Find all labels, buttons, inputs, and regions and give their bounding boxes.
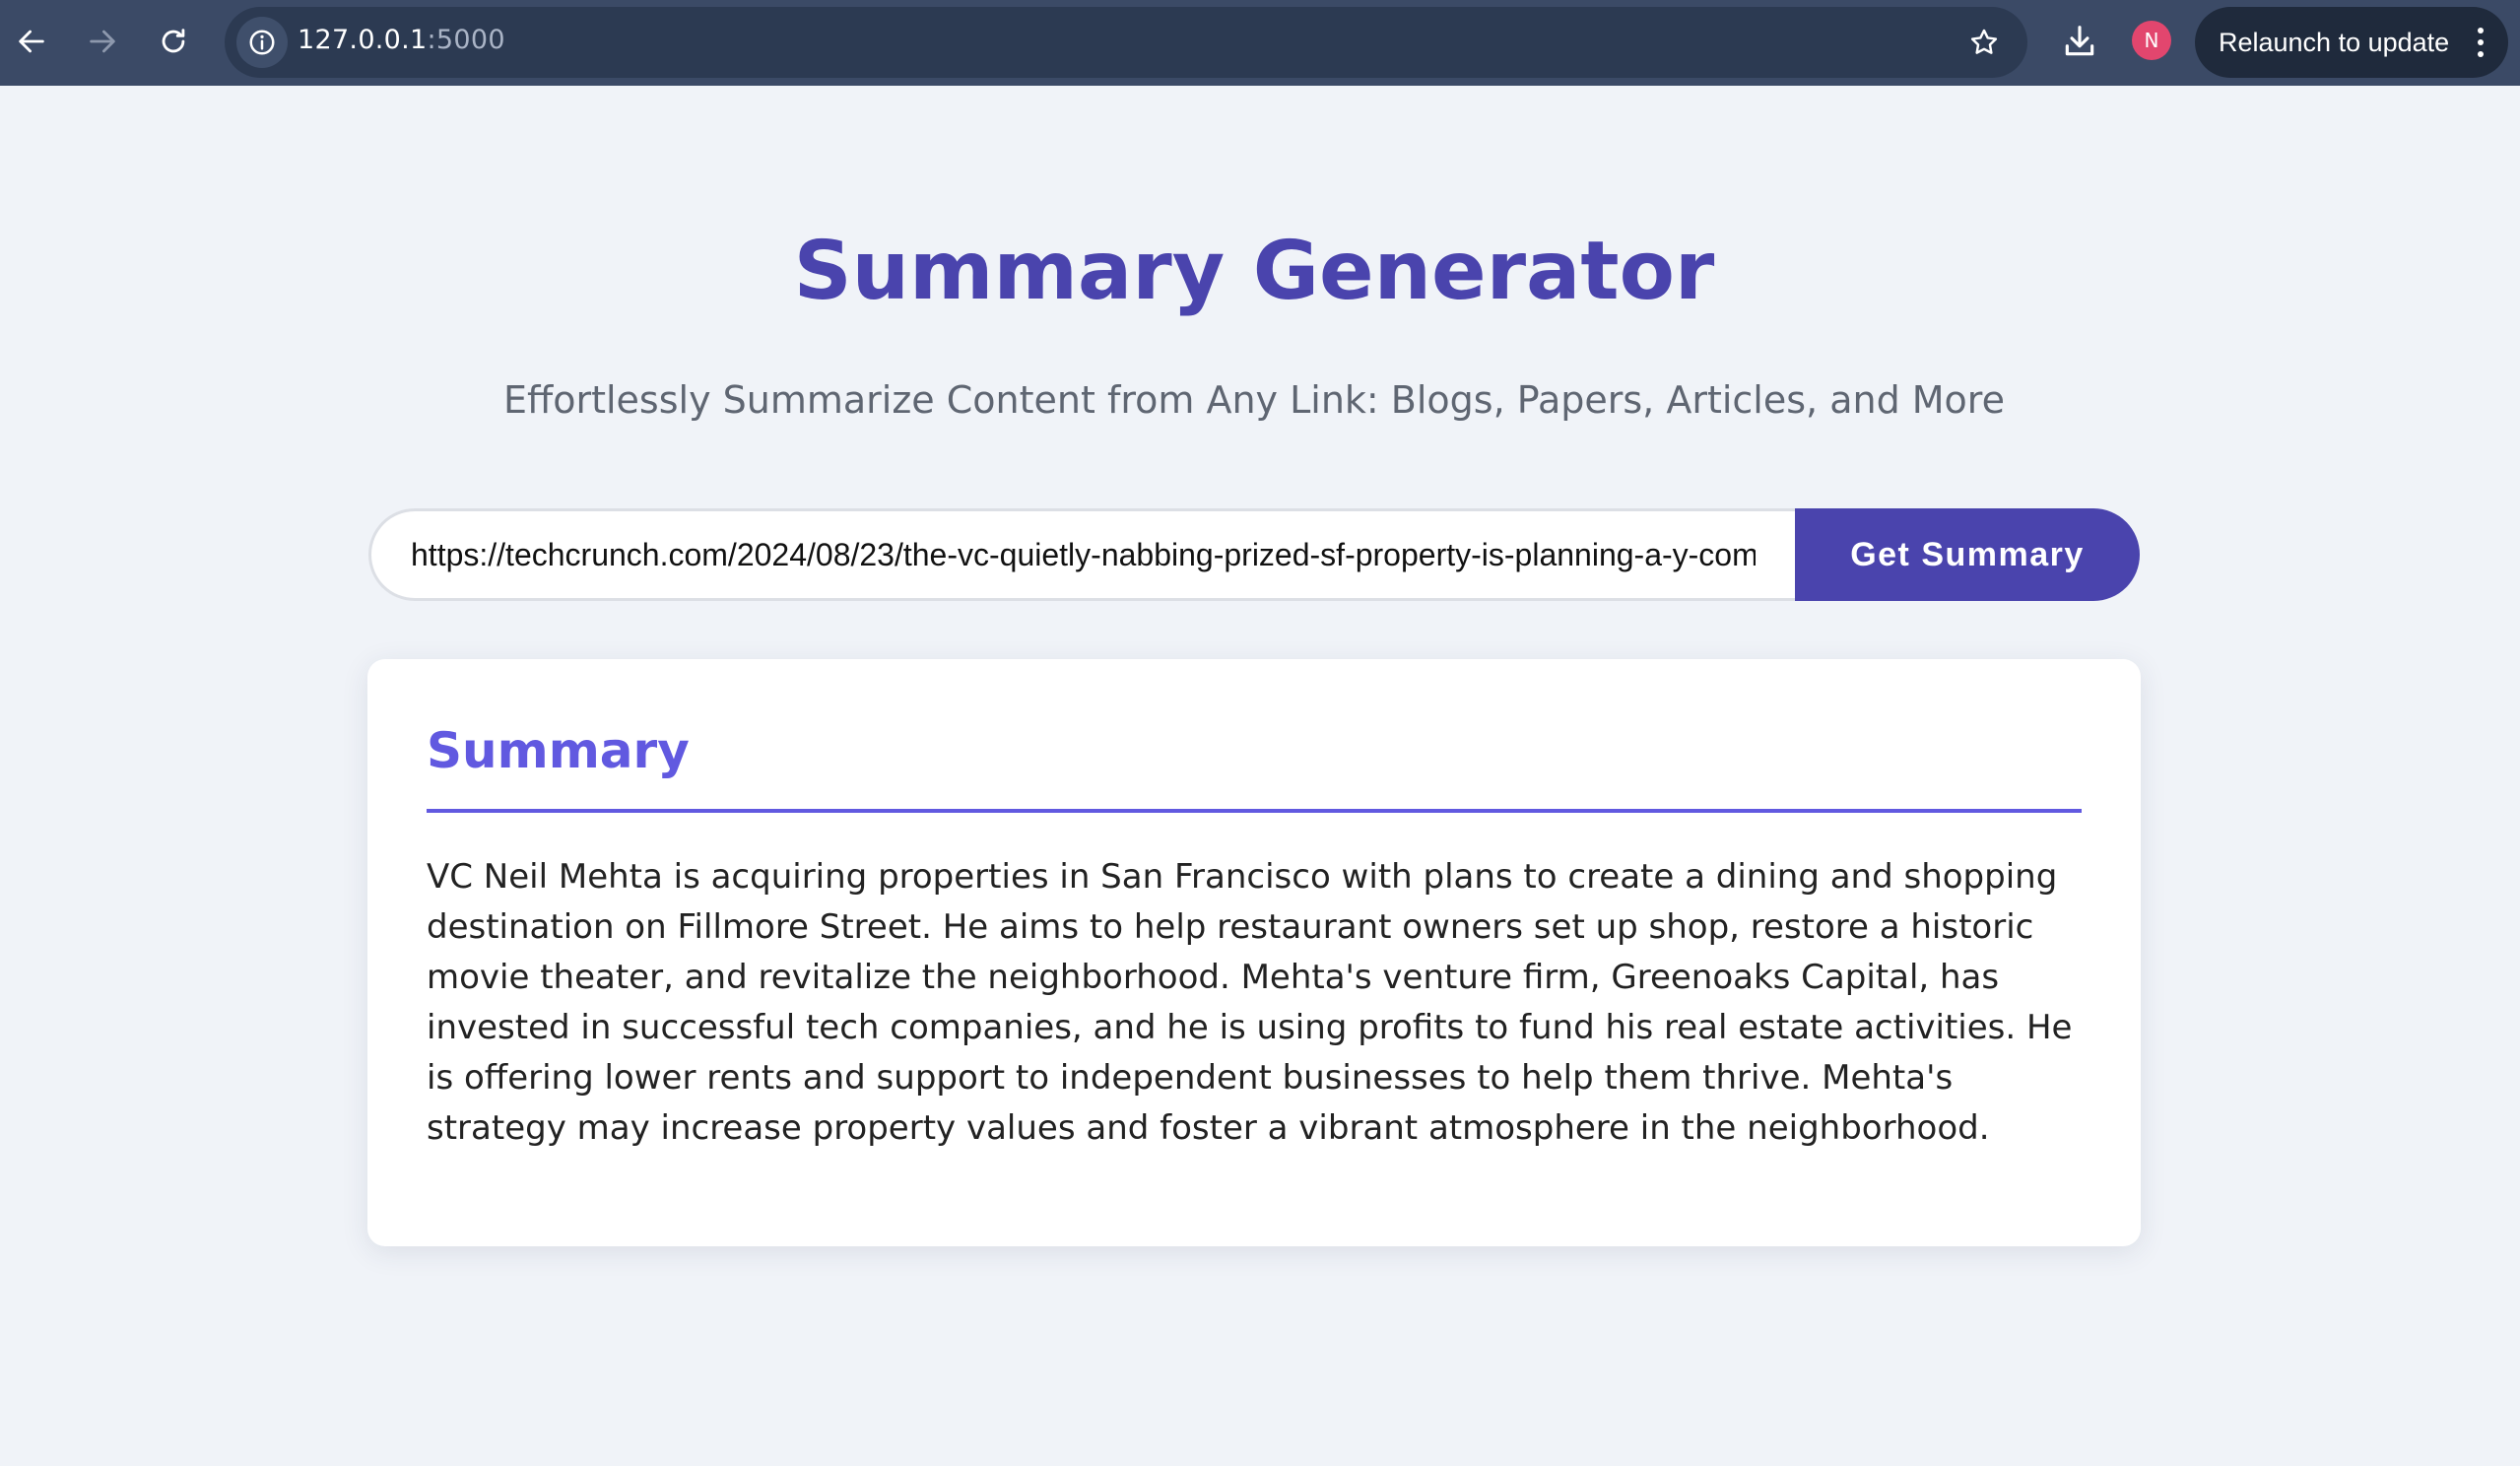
summary-divider bbox=[427, 809, 2082, 813]
summary-card: Summary VC Neil Mehta is acquiring prope… bbox=[367, 659, 2141, 1246]
get-summary-button[interactable]: Get Summary bbox=[1795, 508, 2140, 601]
kebab-menu-icon[interactable] bbox=[2471, 23, 2490, 62]
reload-button[interactable] bbox=[146, 14, 201, 69]
summary-heading: Summary bbox=[427, 722, 690, 779]
profile-avatar[interactable]: N bbox=[2132, 21, 2171, 60]
address-bar[interactable]: 127.0.0.1:5000 bbox=[225, 7, 2027, 78]
summary-text: VC Neil Mehta is acquiring properties in… bbox=[427, 857, 2073, 1148]
relaunch-label: Relaunch to update bbox=[2219, 27, 2450, 57]
site-info-button[interactable] bbox=[236, 17, 288, 68]
url-text[interactable]: 127.0.0.1:5000 bbox=[298, 25, 505, 55]
page-title: Summary Generator bbox=[793, 225, 1715, 318]
relaunch-button[interactable]: Relaunch to update bbox=[2195, 7, 2508, 78]
back-arrow-icon bbox=[19, 30, 44, 53]
downloads-button[interactable] bbox=[2052, 14, 2107, 69]
url-input[interactable] bbox=[368, 508, 1795, 601]
back-button[interactable] bbox=[4, 14, 59, 69]
summary-form: Get Summary bbox=[368, 508, 2140, 601]
star-icon bbox=[1970, 29, 1998, 54]
page-subtitle: Effortlessly Summarize Content from Any … bbox=[503, 378, 2005, 422]
info-icon bbox=[249, 30, 275, 55]
forward-arrow-icon bbox=[90, 30, 115, 53]
url-host: 127.0.0.1 bbox=[298, 25, 428, 55]
bookmark-button[interactable] bbox=[1960, 19, 2008, 66]
forward-button[interactable] bbox=[75, 14, 130, 69]
download-icon bbox=[2065, 26, 2094, 56]
reload-icon bbox=[162, 29, 185, 53]
url-port: :5000 bbox=[427, 25, 505, 55]
browser-toolbar: 127.0.0.1:5000 N Relaunch to update bbox=[0, 0, 2520, 86]
